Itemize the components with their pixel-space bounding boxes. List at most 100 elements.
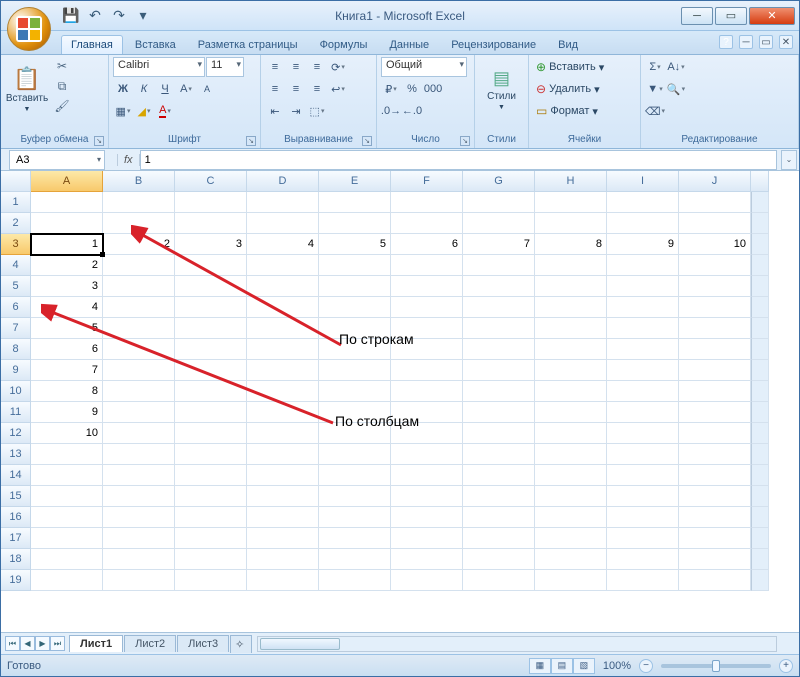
cell-B14[interactable] xyxy=(103,465,175,486)
grow-font-button[interactable]: A xyxy=(176,79,196,99)
cell-C17[interactable] xyxy=(175,528,247,549)
tab-view[interactable]: Вид xyxy=(548,35,588,54)
spreadsheet-grid[interactable]: ABCDEFGHIJ123123456789104253647586971081… xyxy=(1,171,769,632)
cell-E13[interactable] xyxy=(319,444,391,465)
cell-D18[interactable] xyxy=(247,549,319,570)
cell-F2[interactable] xyxy=(391,213,463,234)
cell-E8[interactable] xyxy=(319,339,391,360)
cell-D7[interactable] xyxy=(247,318,319,339)
sheet-tab-2[interactable]: Лист2 xyxy=(124,635,176,652)
find-select-button[interactable]: 🔍 xyxy=(666,79,686,99)
cell-H7[interactable] xyxy=(535,318,607,339)
cell-C18[interactable] xyxy=(175,549,247,570)
save-button[interactable]: 💾 xyxy=(61,6,81,26)
cell-E10[interactable] xyxy=(319,381,391,402)
minimize-button[interactable] xyxy=(681,7,713,25)
number-format-combo[interactable]: Общий xyxy=(381,57,467,77)
col-header-B[interactable]: B xyxy=(103,171,175,192)
cell-A14[interactable] xyxy=(31,465,103,486)
cell-B15[interactable] xyxy=(103,486,175,507)
cell-J8[interactable] xyxy=(679,339,751,360)
row-header-16[interactable]: 16 xyxy=(1,507,31,528)
cell-H12[interactable] xyxy=(535,423,607,444)
view-normal-button[interactable]: ▦ xyxy=(529,658,551,674)
row-header-4[interactable]: 4 xyxy=(1,255,31,276)
cell-F3[interactable]: 6 xyxy=(391,234,463,255)
cell-J19[interactable] xyxy=(679,570,751,591)
undo-button[interactable]: ↶ xyxy=(85,6,105,26)
cell-I7[interactable] xyxy=(607,318,679,339)
cell-H11[interactable] xyxy=(535,402,607,423)
cell-B4[interactable] xyxy=(103,255,175,276)
cell-C7[interactable] xyxy=(175,318,247,339)
italic-button[interactable]: К xyxy=(134,79,154,99)
alignment-dialog-launcher[interactable]: ↘ xyxy=(362,136,372,146)
cell-F12[interactable] xyxy=(391,423,463,444)
cell-H17[interactable] xyxy=(535,528,607,549)
cell-J10[interactable] xyxy=(679,381,751,402)
row-header-13[interactable]: 13 xyxy=(1,444,31,465)
comma-button[interactable]: 000 xyxy=(423,79,443,99)
cell-H13[interactable] xyxy=(535,444,607,465)
cell-B8[interactable] xyxy=(103,339,175,360)
cell-I9[interactable] xyxy=(607,360,679,381)
col-header-F[interactable]: F xyxy=(391,171,463,192)
cell-F4[interactable] xyxy=(391,255,463,276)
cell-E12[interactable] xyxy=(319,423,391,444)
align-left-button[interactable]: ≡ xyxy=(265,79,285,99)
cell-H19[interactable] xyxy=(535,570,607,591)
cell-B17[interactable] xyxy=(103,528,175,549)
cell-G19[interactable] xyxy=(463,570,535,591)
view-page-layout-button[interactable]: ▤ xyxy=(551,658,573,674)
cell-D19[interactable] xyxy=(247,570,319,591)
row-header-3[interactable]: 3 xyxy=(1,234,31,255)
row-header-8[interactable]: 8 xyxy=(1,339,31,360)
cell-D1[interactable] xyxy=(247,192,319,213)
row-header-5[interactable]: 5 xyxy=(1,276,31,297)
cell-D2[interactable] xyxy=(247,213,319,234)
cell-F14[interactable] xyxy=(391,465,463,486)
cell-B10[interactable] xyxy=(103,381,175,402)
cell-F6[interactable] xyxy=(391,297,463,318)
row-header-15[interactable]: 15 xyxy=(1,486,31,507)
align-center-button[interactable]: ≡ xyxy=(286,79,306,99)
fx-button[interactable]: fx xyxy=(117,154,140,166)
cell-C2[interactable] xyxy=(175,213,247,234)
cell-D3[interactable]: 4 xyxy=(247,234,319,255)
decrease-decimal-button[interactable]: ←.0 xyxy=(402,101,422,121)
currency-button[interactable]: ₽ xyxy=(381,79,401,99)
cell-A3[interactable]: 1 xyxy=(31,234,103,255)
cell-J11[interactable] xyxy=(679,402,751,423)
cell-B9[interactable] xyxy=(103,360,175,381)
cell-C3[interactable]: 3 xyxy=(175,234,247,255)
cell-A18[interactable] xyxy=(31,549,103,570)
zoom-in-button[interactable]: + xyxy=(779,659,793,673)
cell-A15[interactable] xyxy=(31,486,103,507)
cell-H6[interactable] xyxy=(535,297,607,318)
cut-button[interactable]: ✂ xyxy=(52,57,72,75)
font-size-combo[interactable]: 11 xyxy=(206,57,244,77)
row-header-11[interactable]: 11 xyxy=(1,402,31,423)
cell-A7[interactable]: 5 xyxy=(31,318,103,339)
cell-A12[interactable]: 10 xyxy=(31,423,103,444)
cell-A16[interactable] xyxy=(31,507,103,528)
cell-F7[interactable] xyxy=(391,318,463,339)
cell-J6[interactable] xyxy=(679,297,751,318)
sheet-nav-prev[interactable]: ◀ xyxy=(20,636,35,651)
orientation-button[interactable]: ⟳ xyxy=(328,57,348,77)
increase-decimal-button[interactable]: .0→ xyxy=(381,101,401,121)
font-name-combo[interactable]: Calibri xyxy=(113,57,205,77)
cell-I4[interactable] xyxy=(607,255,679,276)
underline-button[interactable]: Ч xyxy=(155,79,175,99)
cell-A5[interactable]: 3 xyxy=(31,276,103,297)
help-icon[interactable]: ? xyxy=(719,35,733,49)
close-button[interactable] xyxy=(749,7,795,25)
cell-J18[interactable] xyxy=(679,549,751,570)
cell-H2[interactable] xyxy=(535,213,607,234)
cell-F16[interactable] xyxy=(391,507,463,528)
cells-insert-button[interactable]: ⊕Вставить ▾ xyxy=(533,57,607,77)
cell-B12[interactable] xyxy=(103,423,175,444)
cell-G2[interactable] xyxy=(463,213,535,234)
cell-G11[interactable] xyxy=(463,402,535,423)
decrease-indent-button[interactable]: ⇤ xyxy=(265,101,285,121)
